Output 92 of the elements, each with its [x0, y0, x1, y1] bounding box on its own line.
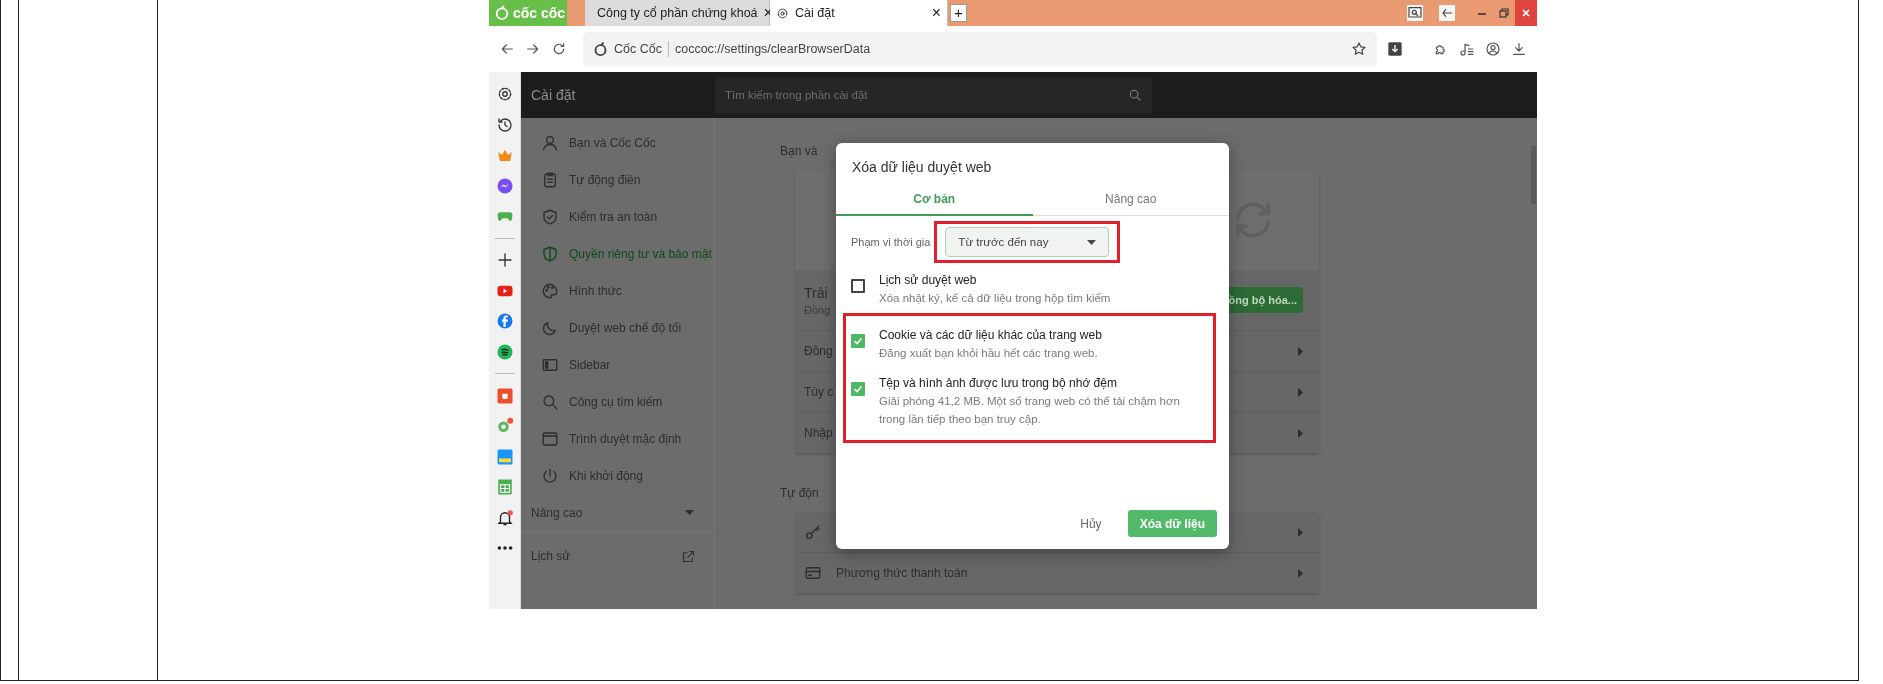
download-box-icon[interactable]: [1387, 41, 1403, 57]
checkmark-icon: [853, 336, 863, 346]
browser-logo-icon: [593, 41, 608, 57]
sidebar-item[interactable]: Quyền riêng tư và bảo mật: [521, 235, 714, 272]
settings-title: Cài đặt: [530, 87, 577, 103]
screen-search-icon[interactable]: [1407, 5, 1423, 21]
dialog-tab[interactable]: Nâng cao: [1032, 183, 1229, 216]
shopping-bag-icon[interactable]: [495, 386, 514, 405]
search-icon: [1128, 88, 1142, 102]
close-button[interactable]: [1515, 0, 1537, 26]
close-tab-button[interactable]: ×: [931, 4, 941, 22]
caret-icon: [685, 510, 694, 515]
history-link[interactable]: Lịch sử: [521, 540, 714, 572]
checkbox[interactable]: [851, 382, 865, 396]
sidebar-item[interactable]: Kiểm tra an toàn: [521, 198, 714, 235]
time-range-dropdown[interactable]: Từ trước đến nay: [945, 227, 1110, 257]
caret-icon: [1087, 239, 1097, 245]
close-icon: [1521, 8, 1531, 18]
option-description: Xóa nhật ký, kể cả dữ liệu trong hộp tìm kiếm: [879, 291, 1111, 306]
advanced-toggle[interactable]: Nâng cao: [521, 494, 714, 532]
palette-icon: [541, 281, 559, 300]
credit-card-icon: [804, 564, 822, 582]
music-stream-icon[interactable]: [495, 342, 514, 361]
chevron-right-icon: [1297, 568, 1303, 578]
sidebar-item[interactable]: Khi khởi động: [521, 457, 714, 494]
url-text: coccoc://settings/clearBrowserData: [674, 42, 871, 56]
social-f-icon[interactable]: [495, 312, 514, 330]
range-label: Phạm vi thời gia: [851, 236, 931, 248]
option-title: Cookie và các dữ liệu khác của trang web: [879, 327, 1102, 344]
reload-icon[interactable]: [551, 41, 567, 57]
address-bar[interactable]: Cốc Cốc coccoc://settings/clearBrowserData: [583, 32, 1377, 66]
checkmark-icon: [853, 384, 863, 394]
restore-icon: [1499, 8, 1509, 18]
card-title: Trải: [804, 284, 829, 301]
back-icon[interactable]: [499, 41, 515, 57]
sidebar-item[interactable]: Trình duyệt mặc định: [521, 420, 714, 457]
key-icon: [804, 523, 822, 541]
chevron-right-icon: [1297, 387, 1303, 397]
store-tile-icon[interactable]: [495, 447, 514, 466]
dialog-title: Xóa dữ liệu duyệt web: [851, 158, 993, 177]
checkbox[interactable]: [851, 334, 865, 348]
sidebar-item[interactable]: Bạn và Cốc Cốc: [521, 124, 714, 161]
person-icon: [541, 133, 559, 152]
cancel-button[interactable]: Hủy: [1076, 512, 1106, 535]
sidebar-item[interactable]: Duyệt web chế độ tối: [521, 309, 714, 346]
option-row[interactable]: Cookie và các dữ liệu khác của trang web Đăng xuất bạn khỏi hầu hết các trang web.: [851, 320, 1213, 368]
option-title: Lịch sử duyệt web: [879, 272, 978, 289]
sidebar-item[interactable]: Sidebar: [521, 346, 714, 383]
option-description: Giải phóng 41,2 MB. Một số trang web có thể tải chậm hơn trong lần tiếp theo bạn truy cập.: [879, 394, 1181, 427]
forward-icon[interactable]: [525, 41, 541, 57]
dialog-tab[interactable]: Cơ bản: [836, 183, 1033, 216]
checkbox[interactable]: [851, 279, 865, 293]
download-icon[interactable]: [1511, 41, 1527, 57]
chevron-right-icon: [1297, 346, 1303, 356]
power-icon: [541, 466, 559, 485]
row-label[interactable]: Đồng: [804, 344, 833, 358]
external-link-icon: [681, 548, 696, 564]
star-icon[interactable]: [1351, 41, 1367, 57]
gear-icon: [776, 6, 789, 20]
shield-check-icon: [541, 207, 559, 226]
site-name: Cốc Cốc: [614, 42, 662, 56]
playlist-icon[interactable]: [1459, 41, 1475, 57]
section-heading: Bạn và: [780, 143, 818, 160]
bell-icon[interactable]: [495, 508, 514, 527]
window-icon: [541, 429, 559, 448]
section-heading: Tự độn: [780, 485, 819, 502]
sidebar-item[interactable]: Hình thức: [521, 272, 714, 309]
option-title: Tệp và hình ảnh được lưu trong bộ nhớ đệm: [879, 375, 1118, 392]
shield-icon: [541, 244, 559, 263]
browser-logo[interactable]: cốc cốc: [489, 0, 567, 26]
chevron-right-icon: [1297, 527, 1303, 537]
new-tab-button[interactable]: +: [950, 4, 967, 22]
clear-data-button[interactable]: Xóa dữ liệu: [1127, 510, 1217, 537]
option-description: Đăng xuất bạn khỏi hầu hết các trang web.: [879, 346, 1099, 361]
sidebar-toggle-icon[interactable]: [1439, 5, 1455, 21]
search-icon: [541, 392, 559, 411]
sidebar-item[interactable]: Tự động điền: [521, 161, 714, 198]
browser-tab[interactable]: Cài đặt ×: [770, 0, 948, 26]
chevron-right-icon: [1297, 428, 1303, 438]
option-row[interactable]: Tệp và hình ảnh được lưu trong bộ nhớ đệm Giải phóng 41,2 MB. Một số trang web có thể tải chậm hơn trong lần tiếp theo bạn truy cập.: [851, 368, 1213, 434]
history-icon[interactable]: [495, 115, 514, 134]
row-label[interactable]: Nhập: [804, 426, 833, 440]
clipboard-icon: [541, 170, 559, 189]
row-label[interactable]: Phương thức thanh toán: [836, 566, 968, 580]
plus-icon[interactable]: [495, 251, 514, 269]
messenger-icon[interactable]: [495, 176, 514, 195]
sidebar-item[interactable]: Công cụ tìm kiếm: [521, 383, 714, 420]
ring-app-icon[interactable]: [495, 417, 514, 435]
spreadsheet-icon[interactable]: [495, 478, 514, 496]
scrollbar-thumb[interactable]: [1531, 146, 1536, 204]
search-field[interactable]: Tìm kiếm trong phần cài đặt: [715, 77, 1152, 113]
profile-icon[interactable]: [1485, 41, 1501, 57]
